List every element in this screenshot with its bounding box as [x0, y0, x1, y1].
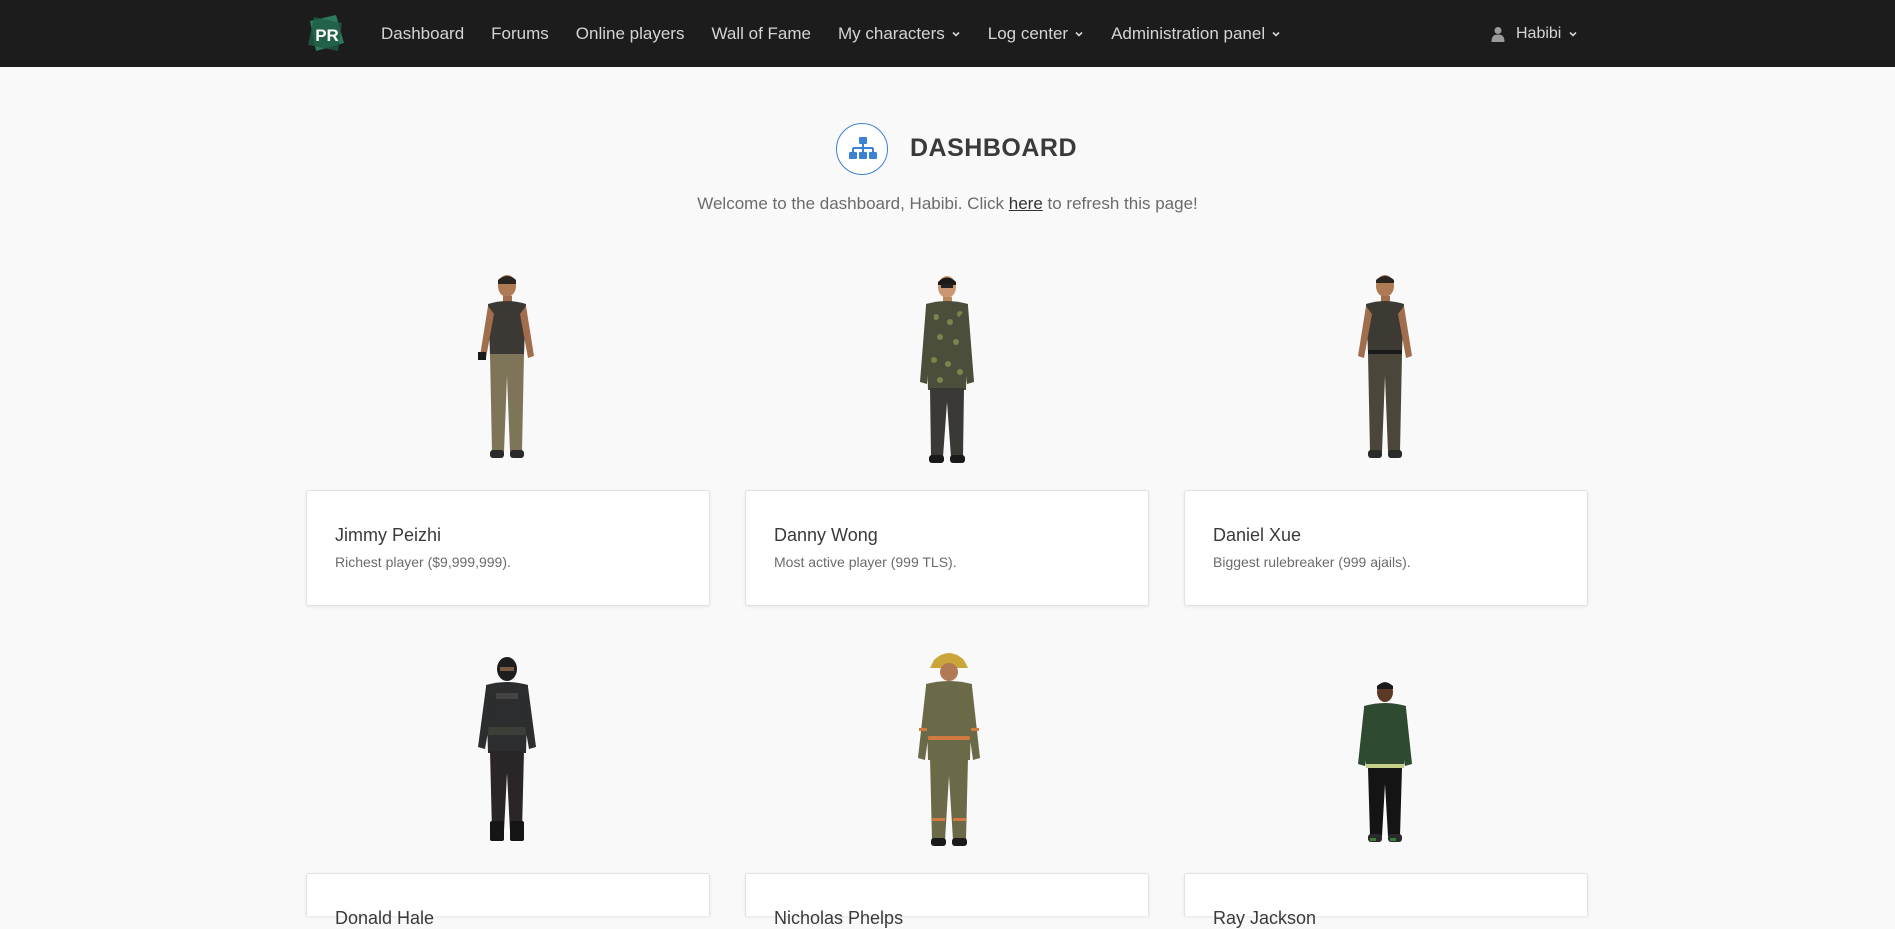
- top-navbar: PR Dashboard Forums Online players Wall …: [0, 0, 1895, 67]
- user-menu[interactable]: Habibi: [1491, 0, 1578, 67]
- character-name: Jimmy Peizhi: [335, 525, 442, 545]
- character-skin-image: [478, 275, 534, 458]
- character-stat: Richest player ($9,999,999).: [335, 554, 511, 570]
- nav-label: My characters: [837, 23, 945, 43]
- character-name: Nicholas Phelps: [774, 908, 904, 928]
- nav-wall-of-fame[interactable]: Wall of Fame: [711, 24, 811, 44]
- page-title: DASHBOARD: [910, 134, 1077, 162]
- character-card[interactable]: Jimmy Peizhi Richest player ($9,999,999)…: [306, 490, 710, 606]
- logo-icon[interactable]: PR: [306, 13, 348, 55]
- character-skin-image: [478, 657, 536, 841]
- character-card[interactable]: Donald Hale: [306, 873, 710, 928]
- welcome-text: Welcome to the dashboard, Habibi. Click: [697, 194, 1009, 213]
- chevron-down-icon: [1272, 31, 1280, 37]
- chevron-down-icon: [1569, 31, 1577, 37]
- nav-label: Forums: [491, 23, 549, 43]
- character-stat: Biggest rulebreaker (999 ajails).: [1213, 554, 1411, 570]
- character-card[interactable]: Danny Wong Most active player (999 TLS).: [745, 490, 1149, 606]
- character-name: Ray Jackson: [1213, 908, 1317, 928]
- svg-text:PR: PR: [315, 26, 339, 45]
- character-name: Danny Wong: [774, 525, 878, 545]
- character-card[interactable]: Ray Jackson: [1184, 873, 1588, 928]
- character-skin-image: [918, 653, 980, 846]
- welcome-message: Welcome to the dashboard, Habibi. Click …: [0, 194, 1895, 214]
- user-icon: [1491, 26, 1505, 42]
- character-card[interactable]: Nicholas Phelps: [745, 873, 1149, 928]
- welcome-text-end: to refresh this page!: [1042, 194, 1198, 213]
- nav-forums[interactable]: Forums: [491, 24, 549, 44]
- nav-log-center[interactable]: Log center: [988, 24, 1084, 44]
- nav-my-characters[interactable]: My characters: [838, 24, 961, 44]
- character-skin-image: [920, 276, 974, 463]
- nav-label: Wall of Fame: [711, 23, 811, 43]
- nav-label: Log center: [987, 23, 1069, 43]
- nav-dashboard[interactable]: Dashboard: [381, 24, 464, 44]
- chevron-down-icon: [1075, 31, 1083, 37]
- character-name: Donald Hale: [335, 908, 435, 928]
- character-stat: Most active player (999 TLS).: [774, 554, 957, 570]
- nav-label: Dashboard: [381, 23, 465, 43]
- nav-online-players[interactable]: Online players: [576, 24, 685, 44]
- user-name: Habibi: [1516, 24, 1562, 42]
- character-skin-image: [1358, 682, 1412, 842]
- chevron-down-icon: [952, 31, 960, 37]
- nav-administration-panel[interactable]: Administration panel: [1111, 24, 1281, 44]
- sitemap-icon: [836, 123, 888, 175]
- character-skin-image: [1358, 275, 1412, 458]
- nav-label: Online players: [575, 23, 685, 43]
- character-name: Daniel Xue: [1213, 525, 1302, 545]
- character-card[interactable]: Daniel Xue Biggest rulebreaker (999 ajai…: [1184, 490, 1588, 606]
- nav-label: Administration panel: [1111, 23, 1266, 43]
- refresh-link[interactable]: here: [1009, 194, 1043, 213]
